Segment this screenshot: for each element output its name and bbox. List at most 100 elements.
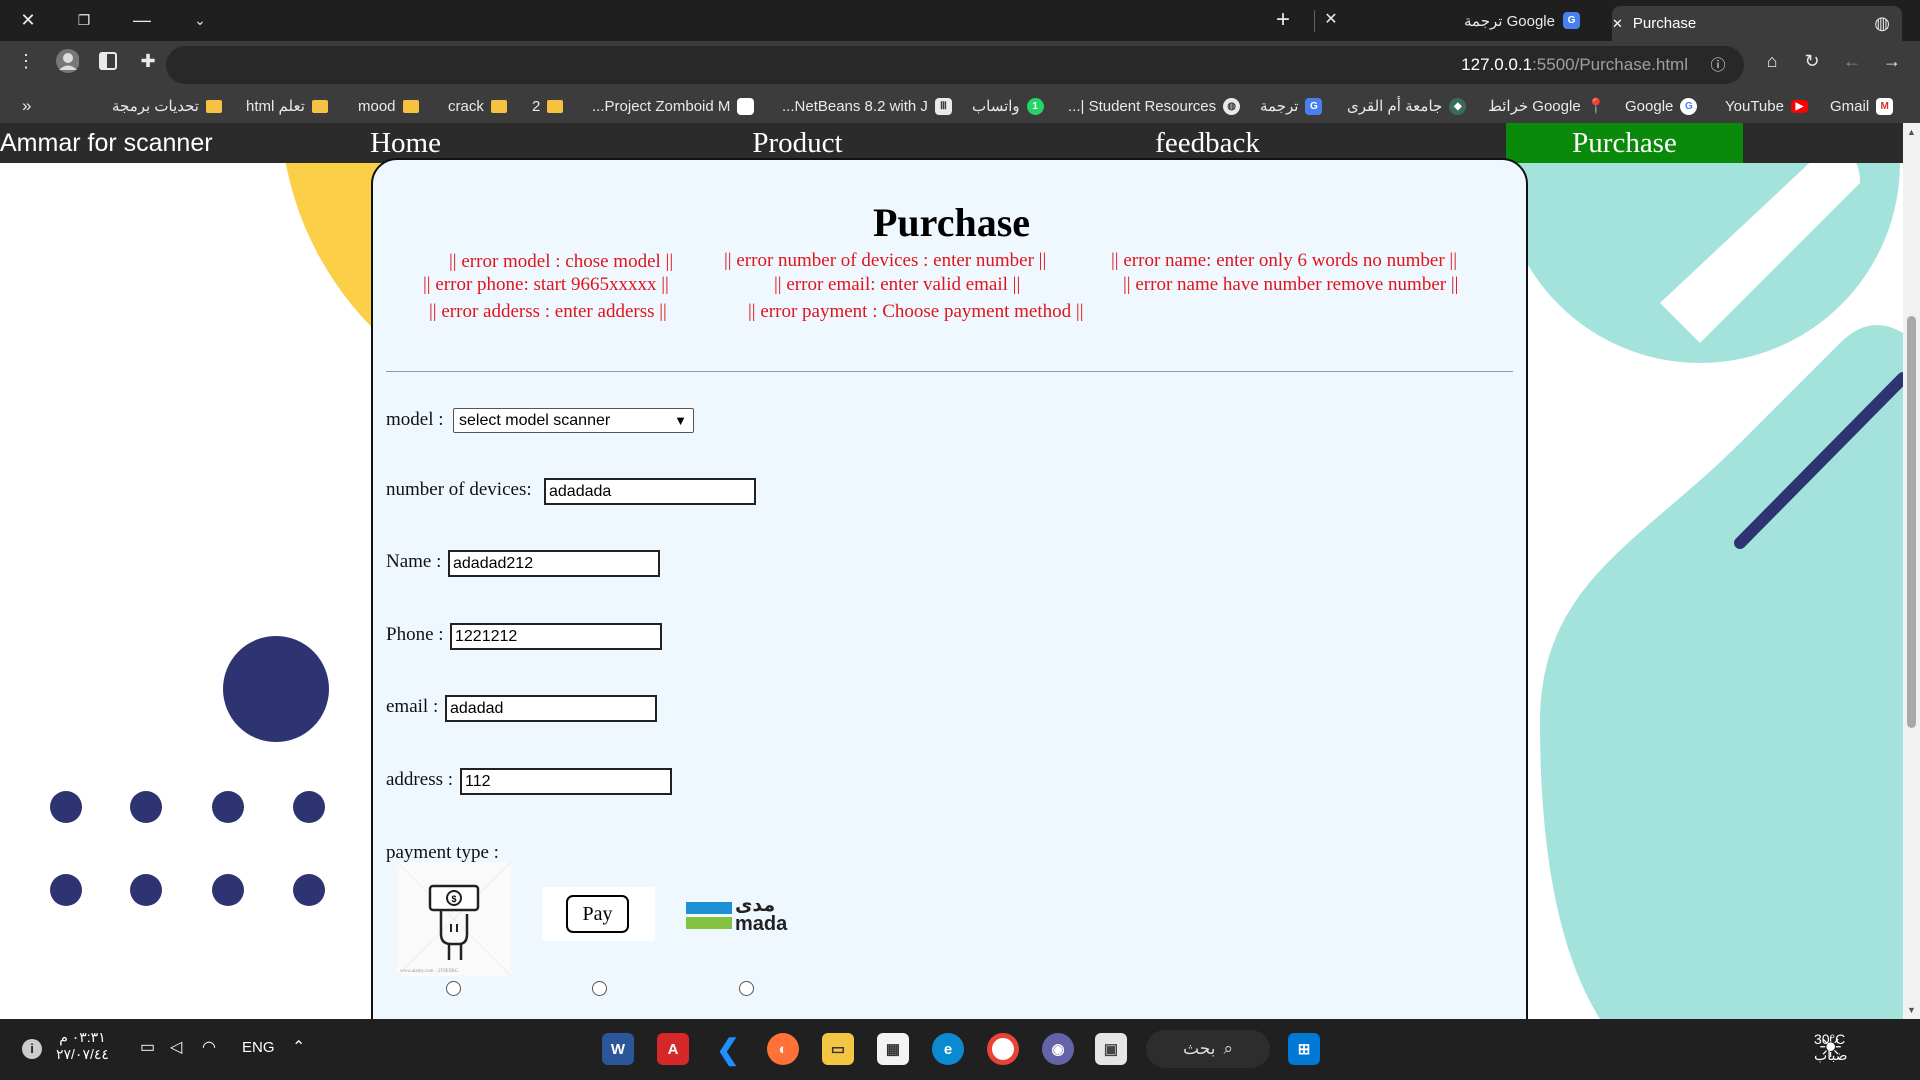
system-tray-chevron-icon[interactable]: ⌃ [292, 1037, 305, 1057]
clock-time: ٠٣:٣١ م [59, 1029, 106, 1045]
phone-input[interactable]: 1221212 [450, 623, 662, 650]
tab-title: Google ترجمة [1464, 12, 1555, 30]
restore-window-icon[interactable]: ❐ [72, 8, 96, 32]
tab-title: Purchase [1632, 15, 1697, 32]
bookmark-folder-challenges[interactable]: تحديات برمجة [112, 96, 222, 116]
bookmark-gmail[interactable]: M Gmail [1830, 96, 1894, 116]
nav-feedback-link[interactable]: feedback [1120, 123, 1295, 163]
page-scrollbar[interactable]: ▲ ▼ [1903, 123, 1920, 1019]
new-tab-button[interactable]: + [1271, 8, 1295, 32]
site-navbar: Ammar for scanner Home Product feedback … [0, 123, 1903, 163]
bookmark-folder-mood[interactable]: mood [358, 96, 419, 116]
page-icon [737, 97, 755, 115]
payment-radio-apple-pay[interactable] [592, 981, 607, 996]
nav-purchase-link[interactable]: Purchase [1506, 123, 1743, 163]
payment-radio-mada[interactable] [739, 981, 754, 996]
name-input[interactable]: adadad212 [448, 550, 660, 577]
bookmark-folder-crack[interactable]: crack [448, 96, 507, 116]
payment-cash-image[interactable]: $ www.alamy.com · 2T8E9BG [396, 861, 512, 977]
close-tab-icon[interactable]: ✕ [1319, 8, 1343, 32]
battery-icon[interactable]: ▭ [140, 1037, 155, 1057]
error-name-words: || error name: enter only 6 words no num… [1111, 250, 1458, 271]
bookmark-folder-html[interactable]: تعلم html [246, 96, 328, 116]
teams-icon[interactable]: ◉ [1042, 1033, 1074, 1065]
store-icon[interactable]: ▦ [877, 1033, 909, 1065]
bookmark-translate[interactable]: G ترجمة [1260, 96, 1323, 116]
weather-widget[interactable]: 30°C ضباب [1814, 1031, 1848, 1064]
bookmark-folder-2[interactable]: 2 [532, 96, 564, 116]
minimize-window-icon[interactable]: — [130, 8, 154, 32]
site-brand[interactable]: Ammar for scanner [0, 123, 220, 163]
university-icon: ◆ [1449, 97, 1467, 115]
payment-type-label: payment type : [386, 842, 499, 863]
scroll-down-icon[interactable]: ▼ [1907, 1005, 1916, 1015]
bookmarks-overflow-button[interactable]: « [22, 96, 31, 116]
address-input[interactable]: 112 [460, 768, 672, 795]
nav-product-link[interactable]: Product [720, 123, 875, 163]
menu-icon[interactable]: ⋮ [14, 49, 38, 73]
chrome-icon[interactable] [987, 1033, 1019, 1065]
globe-icon: ◍ [1874, 13, 1890, 33]
word-icon[interactable]: W [602, 1033, 634, 1065]
file-explorer-icon[interactable]: ▭ [822, 1033, 854, 1065]
error-devices: || error number of devices : enter numbe… [724, 250, 1047, 271]
bookmark-project-zomboid[interactable]: Project Zomboid M... [592, 96, 755, 116]
svg-text:$: $ [451, 894, 456, 904]
volume-icon[interactable]: ◁ [170, 1037, 182, 1057]
notification-icon[interactable]: i [22, 1039, 42, 1059]
close-window-icon[interactable]: ✕ [16, 8, 40, 32]
scrollbar-thumb[interactable] [1907, 316, 1916, 728]
bookmark-google[interactable]: G Google [1625, 96, 1698, 116]
extensions-icon[interactable]: ✚ [136, 49, 160, 73]
folder-icon [547, 99, 564, 113]
tab-google-translate[interactable]: G Google ترجمة [1464, 0, 1612, 41]
devices-input[interactable]: adadada [544, 478, 756, 505]
close-tab-icon[interactable]: ✕ [1612, 16, 1623, 32]
tab-purchase[interactable]: ◍ Purchase ✕ [1612, 6, 1902, 41]
language-indicator[interactable]: ENG [242, 1039, 275, 1056]
address-bar[interactable]: 127.0.0.1:5500/Purchase.html ⓘ [166, 46, 1744, 84]
payment-radio-cash[interactable] [446, 981, 461, 996]
edge-icon[interactable]: e [932, 1033, 964, 1065]
payment-apple-pay-image[interactable]: Pay [542, 887, 655, 941]
bookmark-google-maps[interactable]: 📍 Google خرائط [1488, 96, 1606, 116]
firefox-icon[interactable]: ◐ [767, 1033, 799, 1065]
start-icon[interactable]: ⊞ [1288, 1033, 1320, 1065]
bookmark-youtube[interactable]: ▶ YouTube [1725, 96, 1808, 116]
tab-search-chevron-icon[interactable]: ⌄ [188, 8, 212, 32]
profile-avatar[interactable] [55, 49, 79, 73]
bookmark-netbeans[interactable]: Ⅲ NetBeans 8.2 with J... [782, 96, 952, 116]
taskbar-search[interactable]: ⌕ بحث [1146, 1030, 1270, 1068]
bookmark-student-resources[interactable]: ◍ Student Resources |... [1068, 96, 1241, 116]
back-icon[interactable]: ← [1840, 49, 1864, 73]
error-email: || error email: enter valid email || [774, 274, 1021, 295]
browser-toolbar: ⋮ ✚ ☆ ⇆ 127.0.0.1:5500/Purchase.html ⓘ ⌂… [0, 41, 1920, 89]
email-input[interactable]: adadad [445, 695, 657, 722]
stock-caption: www.alamy.com · 2T8E9BG [400, 969, 459, 974]
task-view-icon[interactable]: ▣ [1095, 1033, 1127, 1065]
bookmark-whatsapp[interactable]: 1 واتساب [972, 96, 1044, 116]
folder-icon [311, 99, 328, 113]
payment-mada-image[interactable]: مدى mada [686, 894, 800, 940]
error-model: || error model : chose model || [449, 251, 674, 272]
apple-pay-icon: Pay [566, 895, 629, 933]
wifi-icon[interactable]: ◠ [202, 1037, 216, 1057]
home-icon[interactable]: ⌂ [1760, 49, 1784, 73]
forward-icon[interactable]: → [1880, 49, 1904, 73]
reload-icon[interactable]: ↻ [1800, 49, 1824, 73]
folder-icon [402, 99, 419, 113]
search-icon: ⌕ [1223, 1039, 1233, 1058]
bookmark-uqu[interactable]: ◆ جامعة أم القرى [1347, 96, 1467, 116]
site-info-icon[interactable]: ⓘ [1706, 53, 1730, 77]
purchase-form-card: Purchase || error model : chose model ||… [371, 158, 1528, 1019]
side-panel-icon[interactable] [96, 49, 120, 73]
url-text[interactable]: 127.0.0.1:5500/Purchase.html [1461, 46, 1688, 84]
clock[interactable]: ٠٣:٣١ م ٢٧/٠٧/٤٤ [56, 1029, 109, 1063]
model-select[interactable]: select model scanner ▼ [453, 408, 694, 433]
acrobat-icon[interactable]: A [657, 1033, 689, 1065]
nav-home-link[interactable]: Home [343, 123, 468, 163]
address-label: address : [386, 769, 454, 790]
scroll-up-icon[interactable]: ▲ [1907, 127, 1916, 137]
weather-desc: ضباب [1814, 1047, 1848, 1063]
vscode-icon[interactable]: ❮ [712, 1033, 744, 1065]
